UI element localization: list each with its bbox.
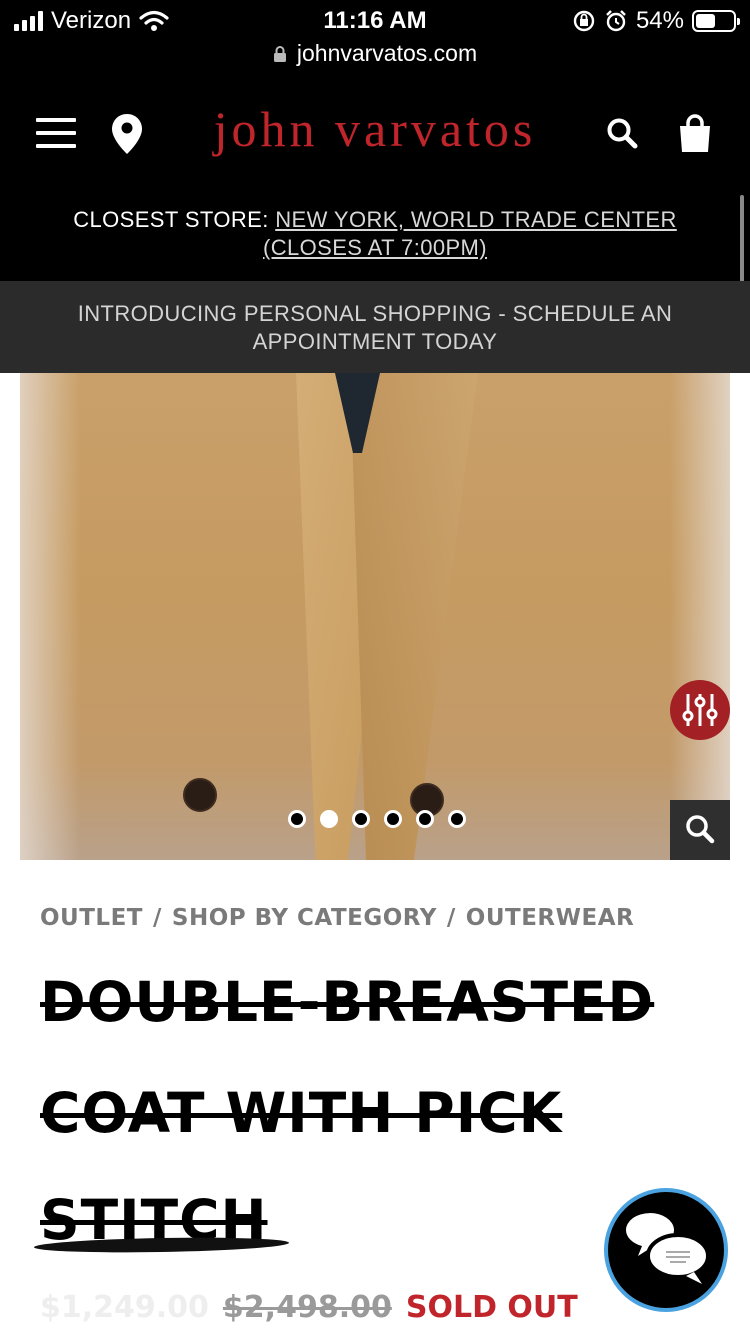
shopping-bag-icon[interactable]: [676, 114, 714, 154]
sliders-icon: [682, 694, 718, 726]
status-right: 54%: [572, 7, 740, 35]
battery-icon: [692, 10, 740, 32]
lock-icon: [273, 45, 286, 62]
carousel-dot[interactable]: [384, 810, 402, 828]
breadcrumb-separator: /: [446, 905, 456, 931]
breadcrumb-item-shop-by-category[interactable]: SHOP BY CATEGORY: [172, 905, 437, 931]
promo-text: INTRODUCING PERSONAL SHOPPING - SCHEDULE…: [77, 301, 673, 354]
closest-store-bar: CLOSEST STORE: NEW YORK, WORLD TRADE CEN…: [0, 190, 750, 281]
zoom-icon: [686, 815, 715, 844]
chat-bubbles-icon: [626, 1213, 710, 1284]
chat-button[interactable]: [604, 1188, 728, 1312]
zoom-button[interactable]: [670, 800, 730, 860]
breadcrumb-item-outlet[interactable]: OUTLET: [40, 905, 143, 931]
product-image[interactable]: [20, 373, 730, 860]
breadcrumb: OUTLET / SHOP BY CATEGORY / OUTERWEAR: [40, 905, 634, 931]
orientation-lock-icon: [573, 10, 595, 32]
product-title-line: DOUBLE-BREASTED: [40, 970, 655, 1034]
url-text: johnvarvatos.com: [296, 40, 478, 66]
carousel-dot[interactable]: [448, 810, 466, 828]
original-price: $2,498.00: [222, 1290, 392, 1325]
carousel-dots: [288, 810, 466, 828]
filter-button[interactable]: [670, 680, 730, 740]
breadcrumb-item-outerwear[interactable]: OUTERWEAR: [466, 905, 634, 931]
closest-store-link[interactable]: NEW YORK, WORLD TRADE CENTER (CLOSES AT …: [263, 207, 677, 260]
coat-button: [183, 778, 217, 812]
closest-store-label: CLOSEST STORE:: [73, 207, 269, 232]
product-title-line: COAT WITH PICK: [40, 1081, 563, 1145]
alarm-icon: [606, 10, 626, 32]
url-bar[interactable]: johnvarvatos.com: [0, 40, 750, 67]
promo-banner[interactable]: INTRODUCING PERSONAL SHOPPING - SCHEDULE…: [0, 281, 750, 373]
carousel-dot[interactable]: [288, 810, 306, 828]
carousel-dot[interactable]: [416, 810, 434, 828]
breadcrumb-separator: /: [152, 905, 162, 931]
site-header: john varvatos: [0, 80, 750, 190]
price-row: $1,249.00 $2,498.00 SOLD OUT: [40, 1290, 578, 1325]
sold-out-badge: SOLD OUT: [405, 1290, 578, 1325]
carousel-dot[interactable]: [320, 810, 338, 828]
status-bar: Verizon 11:16 AM 54% johnvarvatos.com: [0, 0, 750, 80]
carousel-dot[interactable]: [352, 810, 370, 828]
battery-fill: [696, 14, 716, 28]
battery-percent: 54%: [635, 7, 684, 34]
image-shade-right: [670, 373, 730, 860]
sale-price: $1,249.00: [40, 1290, 209, 1325]
image-shade-left: [20, 373, 80, 860]
search-icon[interactable]: [605, 116, 639, 150]
